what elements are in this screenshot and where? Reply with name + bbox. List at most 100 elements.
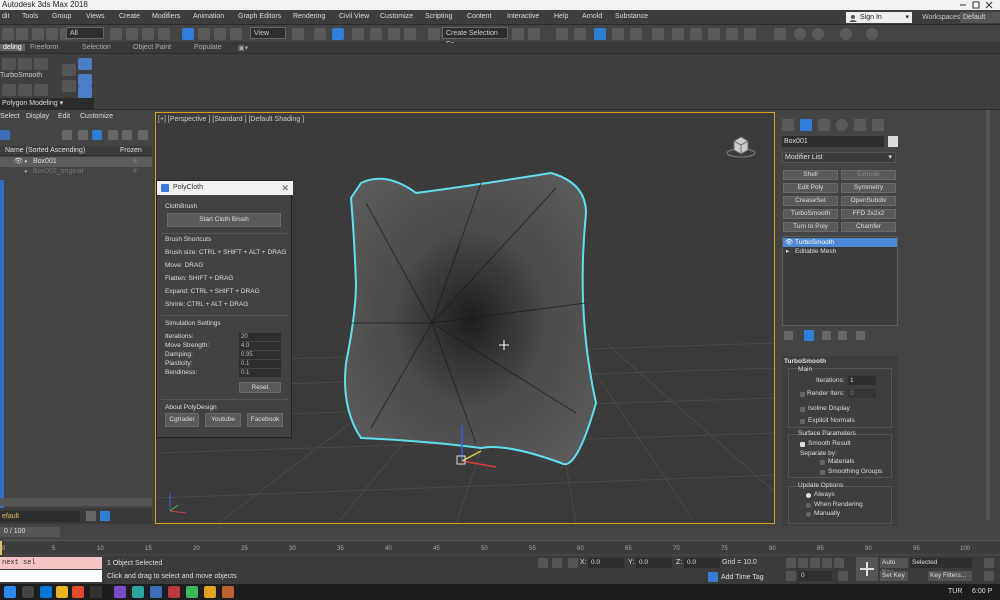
command-panel-scrollbar[interactable] [986, 110, 990, 520]
named-selection-set-dropdown[interactable]: Create Selection Se [442, 27, 508, 48]
move-icon[interactable] [182, 28, 194, 40]
ribbon-tool-icon[interactable] [34, 84, 48, 96]
absolute-mode-icon[interactable] [568, 558, 578, 568]
symmetry-button[interactable]: Symmetry [841, 183, 896, 193]
go-to-end-icon[interactable] [834, 558, 844, 568]
frozen-icon[interactable]: ✳ [132, 157, 138, 167]
spinner-snap-icon[interactable] [404, 28, 416, 40]
scene-scrollbar[interactable] [0, 498, 152, 506]
isolate-selection-icon[interactable] [538, 558, 548, 568]
lock-icon[interactable] [108, 130, 118, 140]
scene-toggle-icon[interactable] [100, 511, 110, 521]
make-unique-icon[interactable] [822, 331, 831, 340]
when-rendering-radio[interactable] [806, 503, 811, 508]
ribbon-tool-icon[interactable] [18, 84, 32, 96]
set-key-button[interactable]: Set Key [880, 571, 908, 581]
go-to-start-icon[interactable] [786, 558, 796, 568]
arnold-icon[interactable] [774, 28, 786, 40]
toggle-ribbon-icon[interactable] [594, 28, 606, 40]
move-strength-spinner[interactable]: 4.0 [239, 342, 281, 350]
menu-scripting[interactable]: Scripting [425, 13, 452, 20]
damping-spinner[interactable]: 0.95 [239, 351, 281, 359]
layer-dropdown[interactable]: efault [0, 511, 80, 522]
menu-create[interactable]: Create [119, 13, 140, 20]
z-coordinate-field[interactable]: 0.0 [684, 558, 720, 568]
smooth-result-checkbox[interactable] [800, 442, 805, 447]
pivot-center-icon[interactable] [292, 28, 304, 40]
menu-views[interactable]: Views [86, 13, 105, 20]
object-name-field[interactable]: Box001 [782, 136, 884, 147]
rendered-frame-window-icon[interactable] [690, 28, 702, 40]
shell-button[interactable]: Shell [783, 170, 838, 180]
display-tab-icon[interactable] [854, 119, 866, 131]
scene-menu-edit[interactable]: Edit [58, 113, 70, 120]
selection-lock-icon[interactable] [552, 558, 562, 568]
edit-named-selection-icon[interactable] [428, 28, 440, 40]
scene-row-box002[interactable]: ● Box002_original ✳ [0, 167, 152, 177]
youtube-button[interactable]: Youtube [205, 413, 241, 427]
isoline-display-checkbox[interactable] [800, 407, 805, 412]
taskbar-app-icon[interactable] [150, 586, 162, 598]
iterations-spinner[interactable]: 20 [239, 333, 281, 341]
clock[interactable]: 6:00 P [972, 588, 992, 595]
snaps-toggle-icon[interactable] [352, 28, 364, 40]
create-tab-icon[interactable] [782, 119, 794, 131]
menu-graph-editors[interactable]: Graph Editors [238, 13, 281, 20]
motion-tab-icon[interactable] [836, 119, 848, 131]
eye-icon[interactable]: 👁 [785, 238, 793, 247]
pin-stack-icon[interactable] [784, 331, 793, 340]
viewcube-icon[interactable] [726, 133, 756, 159]
toggle-scene-explorer-icon[interactable] [556, 28, 568, 40]
pillow-mesh[interactable] [344, 171, 598, 466]
play-icon[interactable] [810, 558, 820, 568]
material-editor-icon[interactable] [652, 28, 664, 40]
scene-row-box001[interactable]: 👁 ● Box001 ✳ [0, 157, 152, 167]
auto-key-button[interactable]: Auto Key [880, 558, 908, 576]
schematic-view-icon[interactable] [630, 28, 642, 40]
percent-snap-icon[interactable] [388, 28, 400, 40]
tool-round-1-icon[interactable] [812, 28, 824, 40]
render-activeshade-icon[interactable] [744, 28, 756, 40]
curve-editor-icon[interactable] [612, 28, 624, 40]
x-coordinate-field[interactable]: 0.0 [588, 558, 624, 568]
reference-coordinate-dropdown[interactable]: View [250, 27, 286, 39]
ribbon-tool-icon[interactable] [62, 64, 76, 76]
undo-icon[interactable] [2, 28, 14, 40]
smoothing-groups-checkbox[interactable] [820, 470, 825, 475]
menu-substance[interactable]: Substance [615, 13, 648, 20]
turn-to-poly-button[interactable]: Turn to Poly [783, 222, 838, 232]
ribbon-tool-icon[interactable] [2, 58, 16, 70]
ribbon-tool-icon[interactable] [78, 86, 92, 98]
render-setup-icon[interactable] [672, 28, 684, 40]
key-mode-icon[interactable] [786, 571, 796, 581]
rectangular-selection-icon[interactable] [142, 28, 154, 40]
time-slider[interactable]: 0 / 100 [0, 527, 60, 537]
close-icon[interactable]: ✕ [281, 181, 289, 195]
select-by-name-icon[interactable] [126, 28, 138, 40]
column-name[interactable]: Name (Sorted Ascending) [5, 147, 85, 154]
show-end-result-icon[interactable] [804, 330, 814, 341]
start-cloth-brush-button[interactable]: Start Cloth Brush [167, 213, 281, 227]
turbosmooth-button[interactable]: TurboSmooth [783, 209, 838, 219]
placement-icon[interactable] [230, 28, 242, 40]
previous-frame-icon[interactable] [798, 558, 808, 568]
3ds-max-icon[interactable] [132, 586, 144, 598]
rollout-title[interactable]: TurboSmooth [784, 358, 826, 365]
ribbon-tool-icon[interactable] [62, 80, 76, 92]
chamfer-button[interactable]: Chamfer [841, 222, 896, 232]
ribbon-tool-icon[interactable] [78, 74, 92, 86]
utilities-tab-icon[interactable] [872, 119, 884, 131]
render-production-icon[interactable] [708, 28, 720, 40]
cgtrader-button[interactable]: Cgtrader [165, 413, 199, 427]
viewport-label[interactable]: [+] [Perspective ] [Standard ] [Default … [158, 116, 304, 123]
menu-animation[interactable]: Animation [193, 13, 224, 20]
redo-icon[interactable] [16, 28, 28, 40]
unlink-icon[interactable] [46, 28, 58, 40]
menu-rendering[interactable]: Rendering [293, 13, 325, 20]
plasticity-spinner[interactable]: 0.1 [239, 360, 281, 368]
window-controls[interactable] [956, 0, 996, 10]
menu-tools[interactable]: Tools [22, 13, 38, 20]
tool-round-3-icon[interactable] [866, 28, 878, 40]
edit-poly-button[interactable]: Edit Poly [783, 183, 838, 193]
current-frame-field[interactable]: 0 [798, 571, 832, 581]
